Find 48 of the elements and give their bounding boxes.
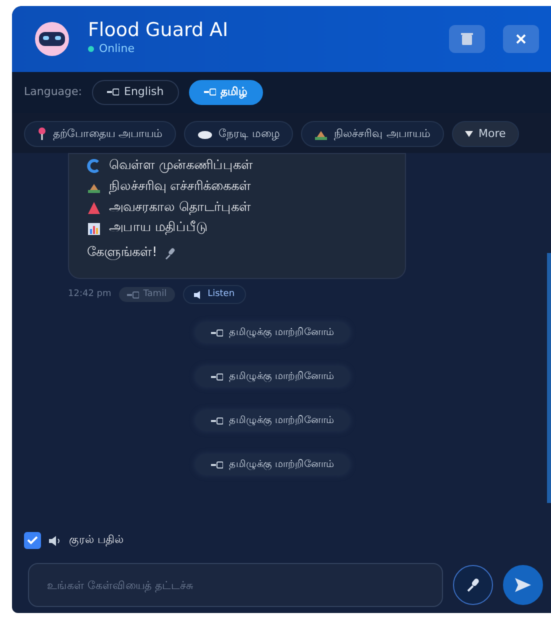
microphone-icon (465, 577, 481, 593)
send-icon (515, 578, 531, 592)
message-text: கேளுங்கள்! (87, 244, 158, 262)
system-notice: தமிழுக்கு மாற்றினோம் (194, 410, 350, 432)
translate-icon (204, 88, 216, 96)
translate-icon (210, 372, 223, 381)
close-icon (515, 33, 527, 45)
list-item-text: வெள்ள முன்கணிப்புகள் (109, 157, 254, 175)
scrollbar[interactable] (547, 253, 551, 503)
quick-action-chip[interactable]: நேரடி மழை (184, 120, 293, 147)
bar-chart-icon (87, 222, 101, 236)
system-notice: தமிழுக்கு மாற்றினோம் (194, 366, 350, 388)
status-text: Online (99, 41, 134, 58)
list-item-text: அபாய மதிப்பீடு (109, 219, 208, 238)
clear-button[interactable] (449, 25, 485, 53)
robot-avatar-icon (34, 21, 70, 57)
message-time: 12:42 pm (68, 288, 112, 301)
translate-icon (107, 88, 119, 96)
language-tab[interactable]: தமிழ் (188, 80, 263, 104)
voice-reply-checkbox[interactable] (24, 532, 41, 549)
app-title: Flood Guard AI (88, 20, 230, 42)
warning-icon (87, 200, 101, 215)
more-button[interactable]: More (452, 120, 519, 147)
list-item-text: நிலச்சரிவு எச்சரிக்கைகள் (109, 178, 252, 196)
list-item-text: அவசரகால தொடர்புகள் (109, 198, 252, 217)
send-button[interactable] (503, 565, 543, 605)
language-label: Language: (24, 84, 82, 100)
checkmark-icon (27, 536, 38, 545)
listen-button[interactable]: Listen (182, 284, 246, 304)
translate-icon (210, 328, 223, 337)
voice-reply-label: குரல் பதில் (69, 532, 124, 548)
system-notice: தமிழுக்கு மாற்றினோம் (194, 322, 350, 344)
translate-icon (210, 460, 223, 469)
language-tag: Tamil (119, 286, 175, 302)
language-tab[interactable]: English (92, 80, 179, 104)
trash-icon (460, 32, 474, 46)
quick-action-chip[interactable]: தற்போதைய அபாயம் (24, 120, 176, 147)
close-button[interactable] (503, 25, 539, 53)
translate-icon (127, 290, 140, 299)
microphone-button[interactable] (453, 565, 493, 605)
system-notice: தமிழுக்கு மாற்றினோம் (194, 454, 350, 476)
speaker-icon (49, 536, 61, 546)
microphone-icon (165, 248, 178, 260)
pin-icon (37, 127, 47, 140)
quick-action-chip[interactable]: நிலச்சரிவு அபாயம் (301, 120, 444, 147)
translate-icon (210, 416, 223, 425)
message-input[interactable]: உங்கள் கேள்வியைத் தட்டச்சு (28, 563, 443, 607)
caret-down-icon (464, 130, 472, 137)
